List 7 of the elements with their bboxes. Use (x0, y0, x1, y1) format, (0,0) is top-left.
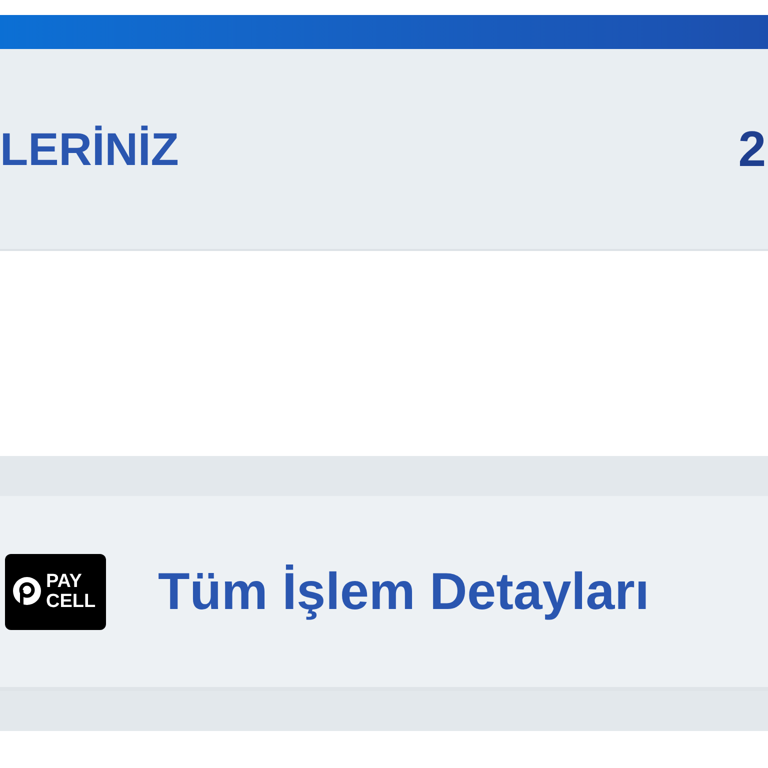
detail-link-text[interactable]: Tüm İşlem Detayları (158, 566, 650, 618)
count-text: 2 (738, 124, 767, 174)
p-icon (12, 576, 42, 608)
detail-card[interactable]: PAY CELL Tüm İşlem Detayları (0, 496, 768, 691)
logo-text: CELL (46, 592, 96, 612)
logo-text: PAY (46, 572, 83, 592)
section-title: LERİNİZ (0, 126, 179, 172)
